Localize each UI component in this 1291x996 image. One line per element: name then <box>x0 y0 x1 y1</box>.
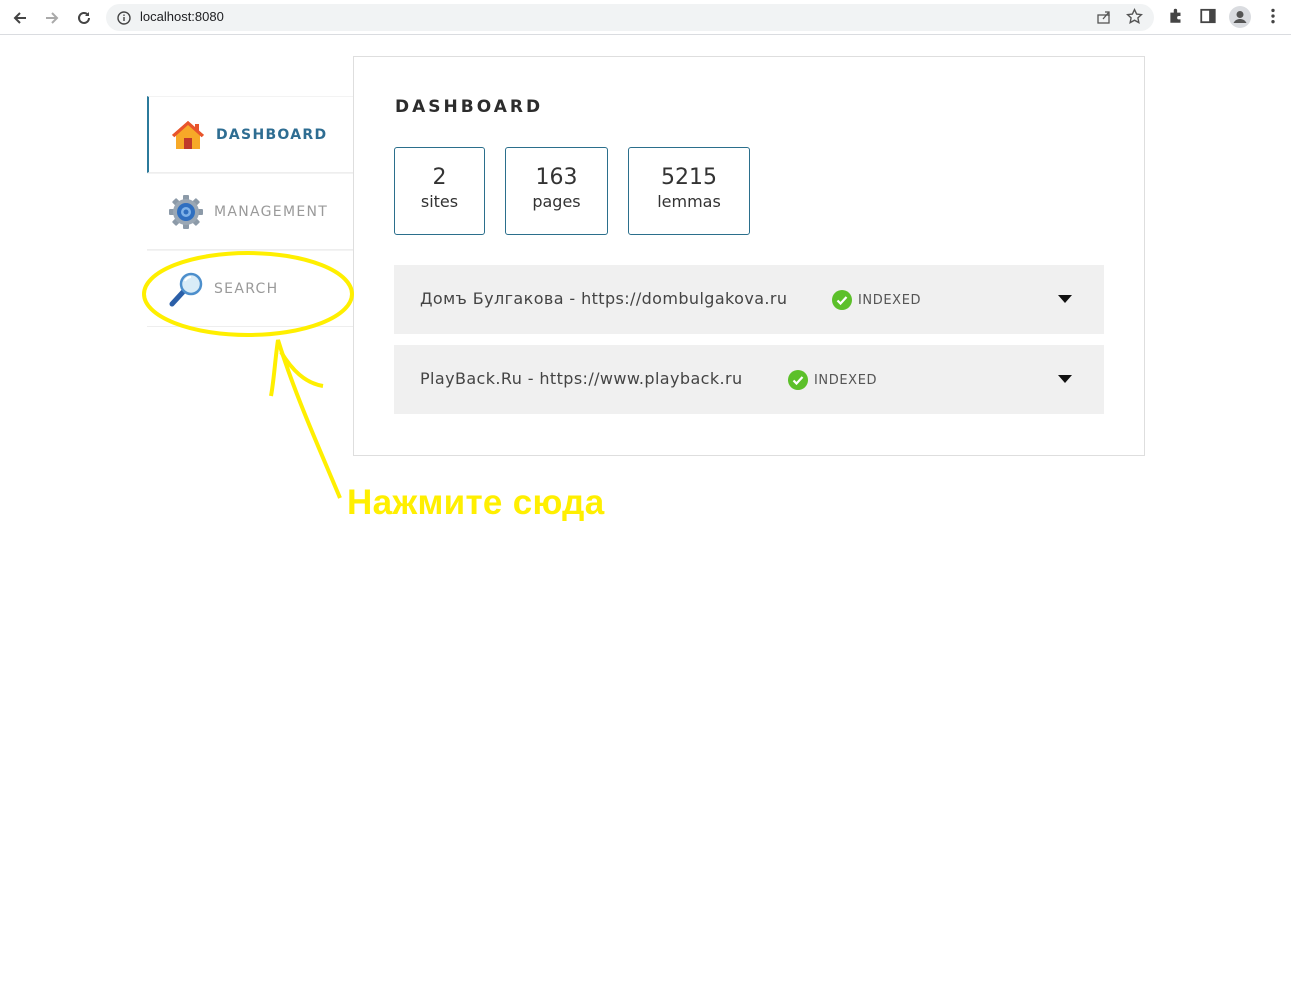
annotation-arrow <box>269 339 342 499</box>
annotation-drawing <box>142 251 354 499</box>
annotation-ellipse <box>142 251 354 337</box>
annotation-text: Нажмите сюда <box>347 483 605 522</box>
